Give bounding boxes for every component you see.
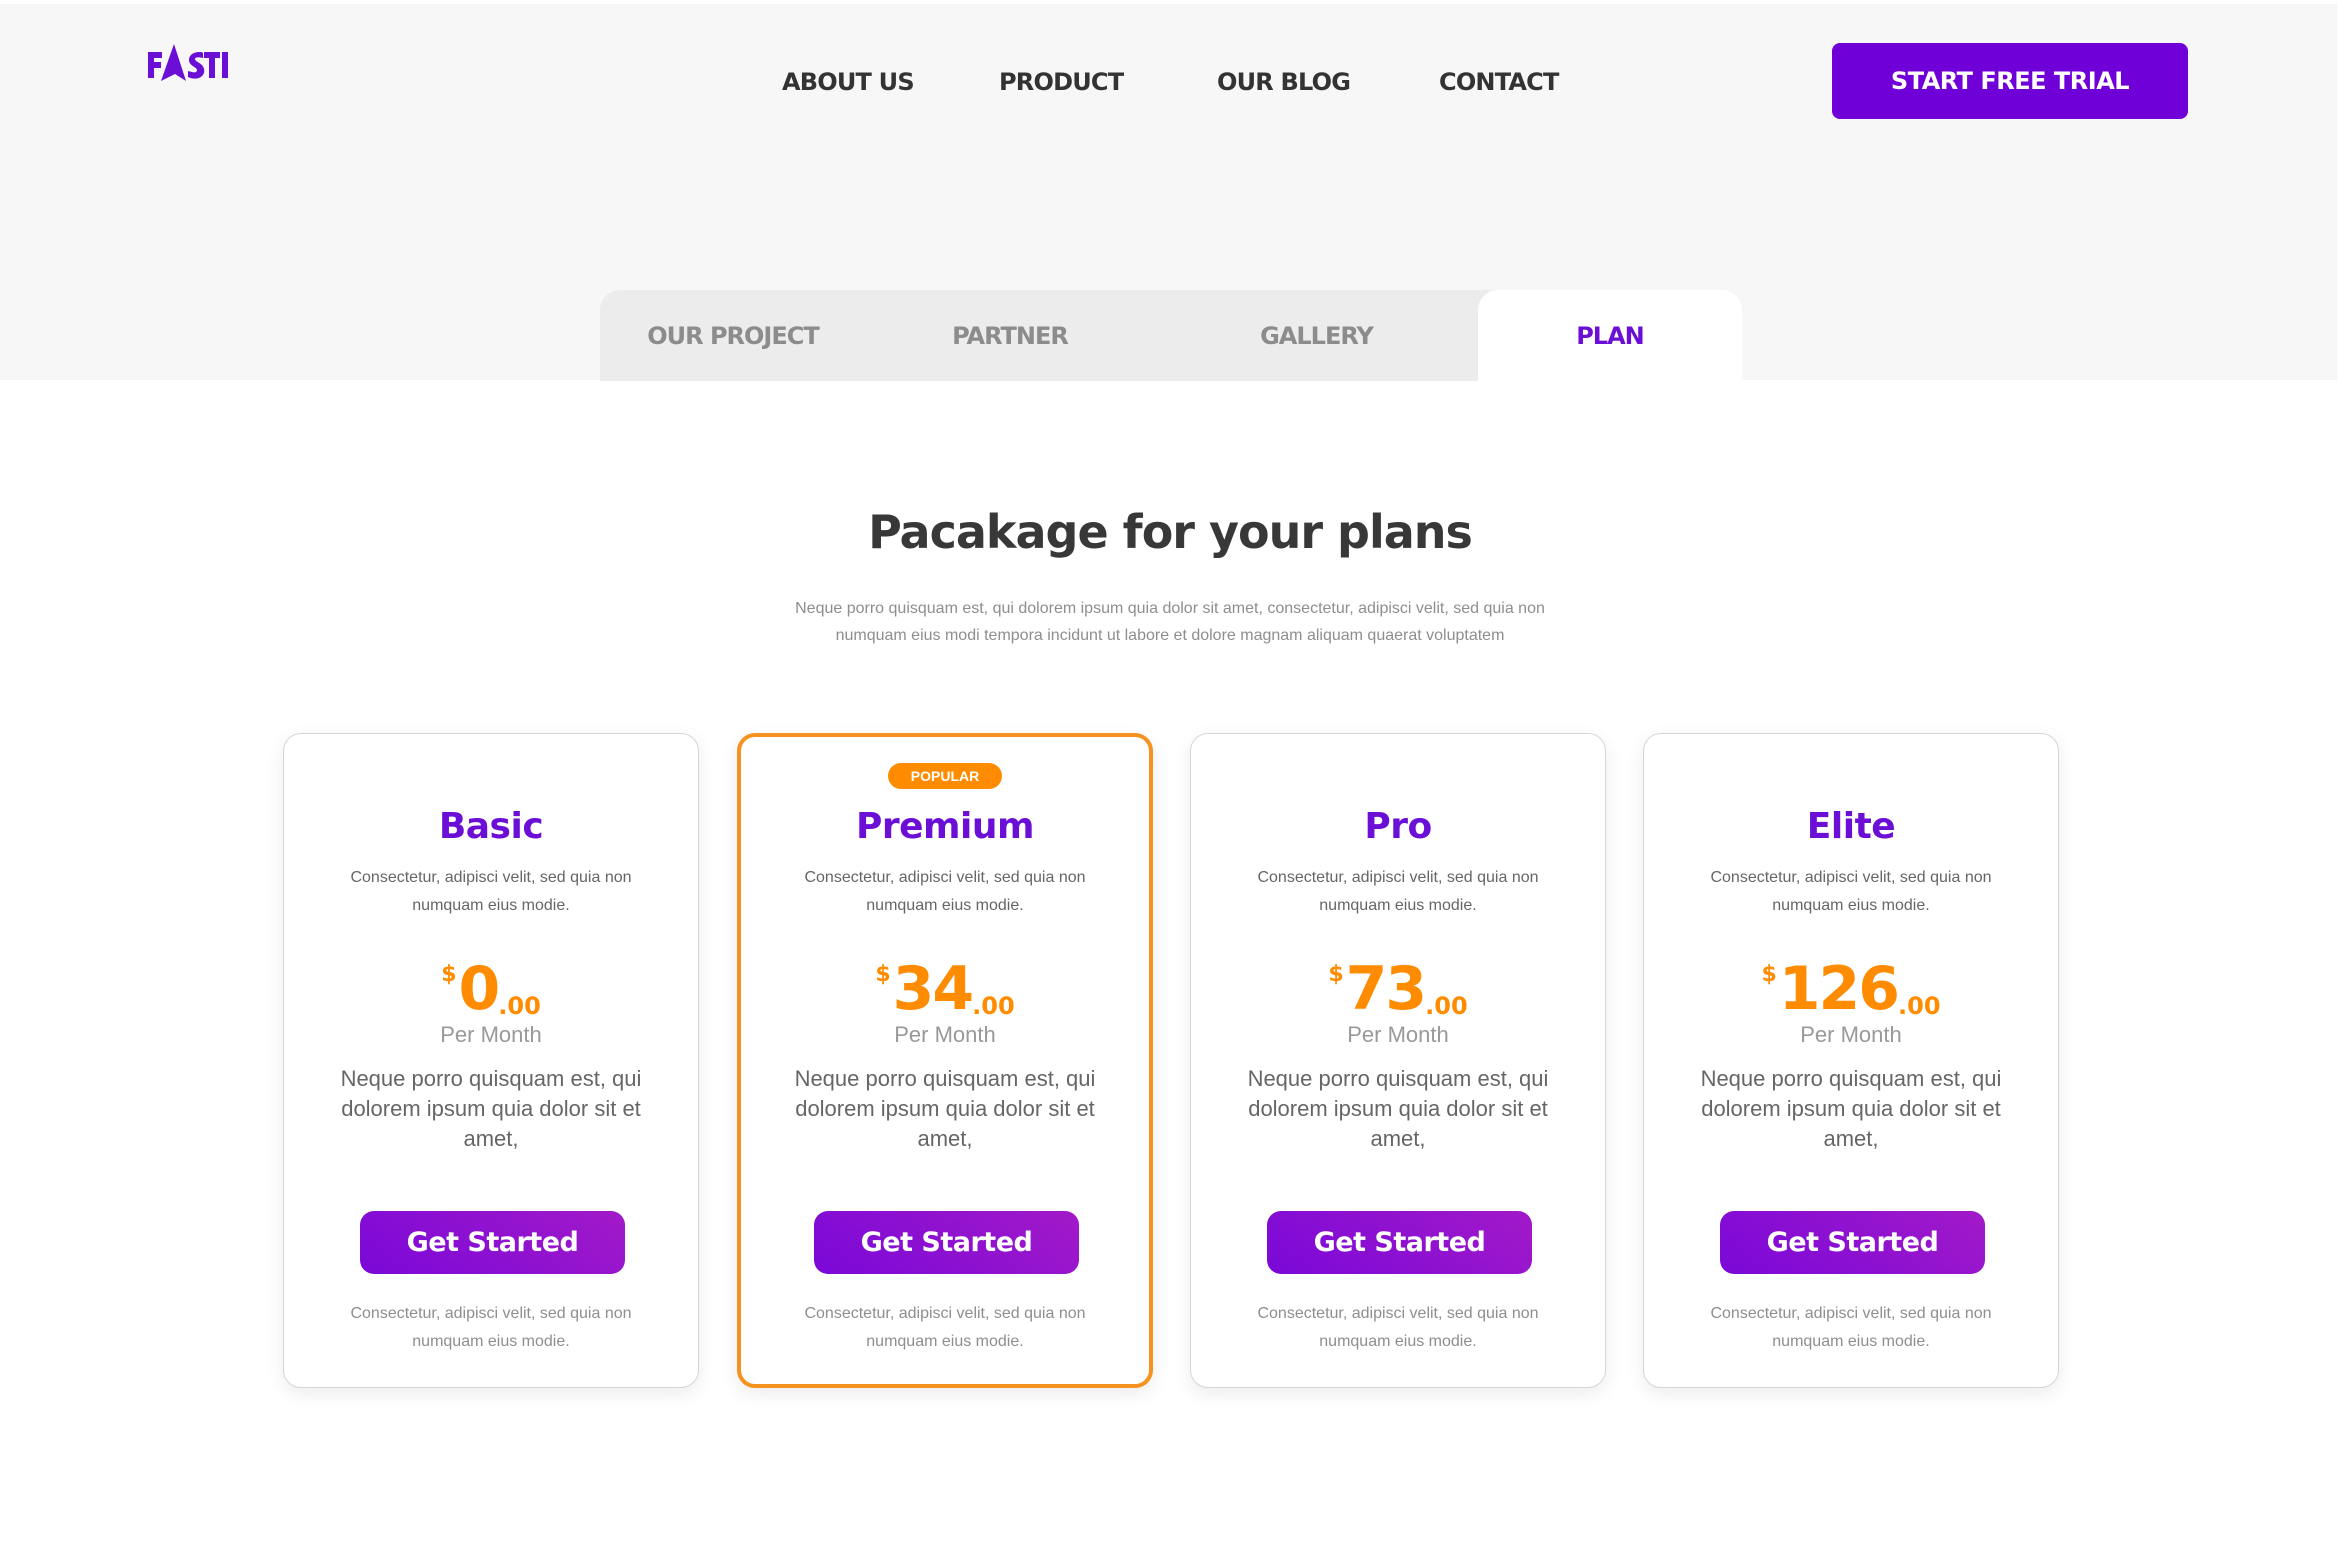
nav-contact[interactable]: CONTACT	[1439, 62, 1559, 102]
price-period: Per Month	[1347, 1022, 1449, 1047]
nav-our-blog[interactable]: OUR BLOG	[1217, 62, 1351, 102]
plan-description: Consectetur, adipisci velit, sed quia no…	[804, 869, 1086, 914]
plan-card-elite: Elite Consectetur, adipisci velit, sed q…	[1643, 733, 2059, 1388]
plan-price: $ 34 .00	[741, 956, 1149, 1022]
plan-description: Consectetur, adipisci velit, sed quia no…	[1710, 869, 1992, 914]
currency-symbol: $	[875, 962, 891, 987]
price-period: Per Month	[894, 1022, 996, 1047]
price-amount: 0	[458, 954, 501, 1024]
plan-body: Neque porro quisquam est, qui dolorem ip…	[794, 1066, 1096, 1151]
start-free-trial-button[interactable]: START FREE TRIAL	[1832, 43, 2188, 119]
plan-footer: Consectetur, adipisci velit, sed quia no…	[1257, 1305, 1539, 1350]
price-cents: .00	[1425, 992, 1468, 1020]
section-title: Pacakage for your plans	[868, 505, 1473, 559]
currency-symbol: $	[441, 962, 457, 987]
tab-our-project[interactable]: OUR PROJECT	[600, 290, 866, 381]
plan-card-premium: POPULAR Premium Consectetur, adipisci ve…	[737, 733, 1153, 1388]
tab-partner[interactable]: PARTNER	[866, 290, 1154, 381]
nav-product[interactable]: PRODUCT	[999, 62, 1124, 102]
nav-about-us[interactable]: ABOUT US	[782, 62, 915, 102]
price-cents: .00	[1898, 992, 1941, 1020]
get-started-button[interactable]: Get Started	[1267, 1211, 1532, 1274]
plan-name: Premium	[855, 806, 1035, 847]
section-tabs: OUR PROJECT PARTNER GALLERY PLAN	[600, 290, 1742, 381]
popular-badge: POPULAR	[888, 763, 1002, 789]
plan-footer: Consectetur, adipisci velit, sed quia no…	[350, 1305, 632, 1350]
plan-price: $ 0 .00	[284, 956, 698, 1022]
price-cents: .00	[972, 992, 1015, 1020]
price-amount: 73	[1345, 954, 1427, 1024]
plan-footer: Consectetur, adipisci velit, sed quia no…	[804, 1305, 1086, 1350]
price-amount: 126	[1778, 954, 1900, 1024]
plan-body: Neque porro quisquam est, qui dolorem ip…	[1700, 1066, 2002, 1151]
plan-card-basic: Basic Consectetur, adipisci velit, sed q…	[283, 733, 699, 1388]
price-cents: .00	[498, 992, 541, 1020]
plan-description: Consectetur, adipisci velit, sed quia no…	[350, 869, 632, 914]
plan-price: $ 73 .00	[1191, 956, 1605, 1022]
plan-name: Elite	[1806, 806, 1896, 847]
plan-footer: Consectetur, adipisci velit, sed quia no…	[1710, 1305, 1992, 1350]
currency-symbol: $	[1328, 962, 1344, 987]
price-amount: 34	[892, 954, 974, 1024]
currency-symbol: $	[1761, 962, 1777, 987]
plan-price: $ 126 .00	[1644, 956, 2058, 1022]
section-subtitle: Neque porro quisquam est, qui dolorem ip…	[795, 600, 1545, 644]
price-period: Per Month	[440, 1022, 542, 1047]
get-started-button[interactable]: Get Started	[360, 1211, 625, 1274]
plan-name: Basic	[438, 806, 544, 847]
plan-name: Pro	[1364, 806, 1432, 847]
price-period: Per Month	[1800, 1022, 1902, 1047]
tab-gallery[interactable]: GALLERY	[1154, 290, 1479, 381]
plan-description: Consectetur, adipisci velit, sed quia no…	[1257, 869, 1539, 914]
get-started-button[interactable]: Get Started	[814, 1211, 1079, 1274]
tab-plan[interactable]: PLAN	[1478, 290, 1742, 381]
plan-card-pro: Pro Consectetur, adipisci velit, sed qui…	[1190, 733, 1606, 1388]
get-started-button[interactable]: Get Started	[1720, 1211, 1985, 1274]
plan-body: Neque porro quisquam est, qui dolorem ip…	[1247, 1066, 1549, 1151]
plan-body: Neque porro quisquam est, qui dolorem ip…	[340, 1066, 642, 1151]
